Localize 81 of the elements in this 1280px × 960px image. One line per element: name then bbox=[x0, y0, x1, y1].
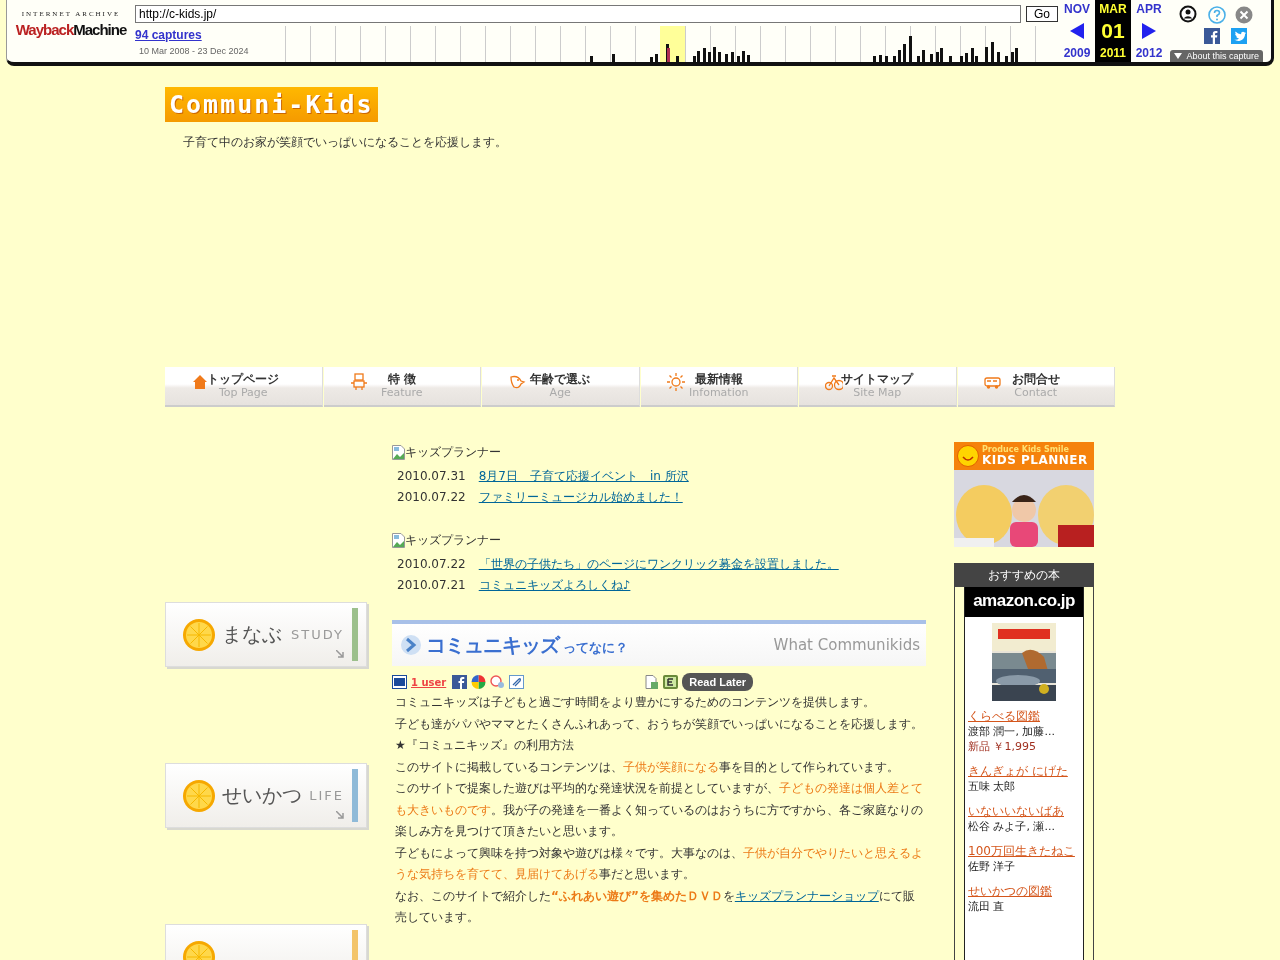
panel-title: おすすめの本 bbox=[955, 564, 1093, 587]
close-icon[interactable] bbox=[1235, 6, 1253, 24]
year-link[interactable]: 2012 bbox=[1135, 46, 1163, 60]
chevron-icon bbox=[400, 634, 422, 656]
broken-image-icon bbox=[392, 532, 405, 548]
wayback-logo[interactable]: WaybackMachine bbox=[15, 21, 127, 38]
nav-tab[interactable]: 年齢で選ぶ Age bbox=[482, 367, 640, 407]
book-author: 松谷 みよ子, 瀬... bbox=[968, 819, 1056, 834]
corner-arrow-icon bbox=[336, 650, 344, 658]
broken-image-icon bbox=[392, 444, 405, 460]
book-author: 流田 直 bbox=[968, 899, 1006, 914]
book-title-link[interactable]: いないいないばあ bbox=[968, 804, 1064, 818]
facebook-icon[interactable] bbox=[1204, 28, 1222, 46]
section-title: コミュニキッズ bbox=[426, 631, 559, 659]
sun-icon bbox=[666, 373, 685, 391]
site-tagline: 子育て中のお家が笑顔でいっぱいになることを応援します。 bbox=[183, 134, 508, 151]
bookmark-count-link[interactable]: 1 user bbox=[411, 676, 447, 688]
news-link[interactable]: コミュニキッズよろしくね♪ bbox=[477, 575, 631, 596]
nav-tab[interactable]: トップページ Top Page bbox=[165, 367, 323, 407]
paragraph: このサイトで提案した遊びは平均的な発達状況を前提としていますが、子どもの発達は個人差とても大きいものです。我が子の発達を一番よく知っているのはおうちに方ですから、各ご家庭なりの楽しみ方を見つけて頂きたいと思います。 bbox=[394, 780, 924, 840]
shop-link[interactable]: キッズプランナーショップ bbox=[734, 888, 879, 903]
about-capture-button[interactable]: About this capture bbox=[1170, 50, 1263, 62]
paragraph: 子ども達がパパやママとたくさんふれあって、おうちが笑顔でいっぱいになることを応援します。 bbox=[394, 715, 924, 733]
paragraph: コミュニキッズは子どもと過ごす時間をより豊かにするためのコンテンツを提供します。 bbox=[394, 694, 876, 711]
side-menu-button[interactable]: せいかつ LIFE bbox=[165, 763, 367, 828]
year-link[interactable]: 2009 bbox=[1063, 46, 1091, 60]
citrus-slice-icon bbox=[182, 617, 216, 652]
url-field[interactable]: http://c-kids.jp/ bbox=[135, 5, 1021, 23]
book-price: 新品 ￥1,995 bbox=[968, 739, 1037, 754]
clip-icon[interactable] bbox=[509, 675, 525, 689]
book-title-link[interactable]: せいかつの図鑑 bbox=[968, 884, 1052, 898]
news-date: 2010.07.21 bbox=[397, 577, 466, 594]
book-title-link[interactable]: きんぎょが にげた bbox=[968, 764, 1068, 778]
nav-tab[interactable]: 特 徴 Feature bbox=[323, 367, 481, 407]
news-date: 2010.07.22 bbox=[397, 489, 466, 506]
side-menu-button[interactable]: まなぶ STUDY bbox=[165, 602, 367, 667]
book-author: 渡部 潤一, 加藤... bbox=[968, 724, 1056, 739]
read-later-button[interactable]: Read Later bbox=[682, 673, 754, 691]
news-date: 2010.07.31 bbox=[397, 468, 466, 485]
image-alt-text: キッズプランナー bbox=[405, 443, 501, 461]
citrus-slice-icon bbox=[182, 778, 216, 813]
corner-arrow-icon bbox=[336, 811, 344, 819]
house-icon bbox=[191, 373, 209, 391]
user-icon[interactable] bbox=[1179, 5, 1197, 23]
date-range: 10 Mar 2008 - 23 Dec 2024 bbox=[138, 46, 250, 56]
news-link[interactable]: 8月7日 子育て応援イベント in 所沢 bbox=[477, 466, 689, 487]
nav-tab[interactable]: 最新情報 Infomation bbox=[640, 367, 798, 407]
nav-tab[interactable]: お問合せ Contact bbox=[957, 367, 1115, 407]
store-logo[interactable]: amazon.co.jp bbox=[965, 587, 1083, 617]
bird-icon bbox=[508, 373, 526, 391]
news-link[interactable]: 「世界の子供たち」のページにワンクリック募金を設置しました。 bbox=[477, 554, 839, 575]
image-alt-text: キッズプランナー bbox=[405, 531, 501, 549]
paragraph: このサイトに掲載しているコンテンツは、子供が笑顔になる事を目的として作られています。 bbox=[394, 758, 900, 776]
section-title-suffix: ってなに？ bbox=[563, 639, 628, 657]
evernote-icon[interactable] bbox=[663, 675, 679, 689]
paragraph: 子どもによって興味を持つ対象や遊びは様々です。大事なのは、子供が自分でやりたいと思えるような気持ちを育てて、見届けてあげる事だと思います。 bbox=[394, 844, 924, 883]
twitter-icon[interactable] bbox=[1231, 28, 1249, 46]
current-capture-date: MAR 01 2011 bbox=[1095, 0, 1131, 62]
news-link[interactable]: ファミリーミュージカル始めました！ bbox=[477, 487, 683, 508]
book-author: 五味 太郎 bbox=[968, 779, 1017, 794]
next-arrow-icon[interactable] bbox=[1142, 23, 1156, 39]
news-date: 2010.07.22 bbox=[397, 556, 466, 573]
month-link[interactable]: NOV bbox=[1064, 2, 1090, 16]
go-button[interactable]: Go bbox=[1026, 6, 1058, 22]
section-subtitle: What Communikids bbox=[773, 636, 920, 654]
bubble-icon[interactable] bbox=[490, 675, 506, 689]
document-plus-icon[interactable] bbox=[644, 675, 660, 689]
book-title-link[interactable]: くらべる図鑑 bbox=[968, 709, 1040, 723]
nav-tab[interactable]: サイトマップ Site Map bbox=[799, 367, 957, 407]
paragraph: ★『コミュニキッズ』の利用方法 bbox=[394, 737, 575, 754]
book-author: 佐野 洋子 bbox=[968, 859, 1017, 874]
tricycle-icon bbox=[825, 373, 843, 391]
book-title-link[interactable]: 100万回生きたねこ bbox=[968, 844, 1075, 858]
colorful-circle-icon[interactable] bbox=[471, 675, 487, 689]
facebook-icon[interactable] bbox=[452, 675, 468, 689]
captures-link[interactable]: 94 captures bbox=[135, 28, 285, 42]
smiley-icon bbox=[957, 445, 979, 467]
paragraph: なお、このサイトで紹介した“ふれあい遊び”を集めたＤＶＤ をキッズプランナーショップにて販売しています。 bbox=[394, 887, 916, 926]
previous-arrow-icon[interactable] bbox=[1070, 23, 1084, 39]
month-link[interactable]: APR bbox=[1136, 2, 1162, 16]
caret-icon bbox=[1174, 53, 1183, 59]
